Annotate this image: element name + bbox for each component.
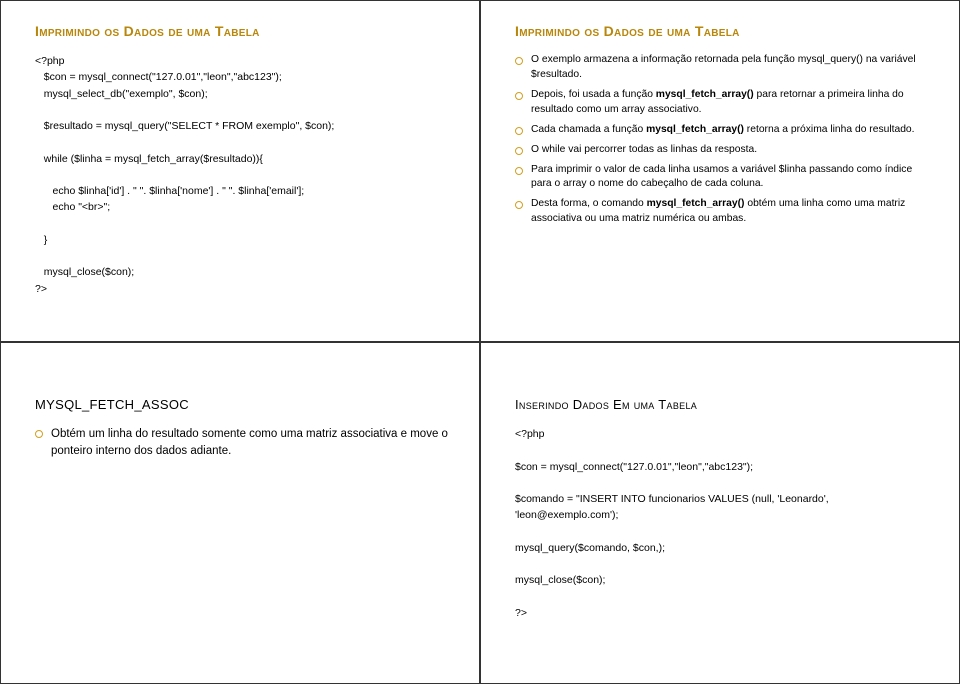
- code-block: <?php $con = mysql_connect("127.0.01","l…: [35, 53, 453, 297]
- bullet-list: O exemplo armazena a informação retornad…: [515, 53, 933, 227]
- list-item: Desta forma, o comando mysql_fetch_array…: [515, 197, 933, 227]
- list-item: Cada chamada a função mysql_fetch_array(…: [515, 123, 933, 138]
- slide-bottom-right: Inserindo Dados Em uma Tabela <?php $con…: [480, 342, 960, 684]
- slide-grid: Imprimindo os Dados de uma Tabela <?php …: [0, 0, 960, 684]
- slide-title: Imprimindo os Dados de uma Tabela: [515, 23, 933, 39]
- list-item: Obtém um linha do resultado somente como…: [35, 426, 453, 459]
- bullet-list: Obtém um linha do resultado somente como…: [35, 426, 453, 459]
- list-item: O while vai percorrer todas as linhas da…: [515, 143, 933, 158]
- code-block: <?php $con = mysql_connect("127.0.01","l…: [515, 426, 933, 621]
- slide-title: MYSQL_FETCH_ASSOC: [35, 397, 453, 412]
- slide-bottom-left: MYSQL_FETCH_ASSOC Obtém um linha do resu…: [0, 342, 480, 684]
- slide-title: Imprimindo os Dados de uma Tabela: [35, 23, 453, 39]
- list-item: O exemplo armazena a informação retornad…: [515, 53, 933, 83]
- slide-top-left: Imprimindo os Dados de uma Tabela <?php …: [0, 0, 480, 342]
- slide-top-right: Imprimindo os Dados de uma Tabela O exem…: [480, 0, 960, 342]
- list-item: Para imprimir o valor de cada linha usam…: [515, 163, 933, 193]
- slide-title: Inserindo Dados Em uma Tabela: [515, 397, 933, 412]
- list-item: Depois, foi usada a função mysql_fetch_a…: [515, 88, 933, 118]
